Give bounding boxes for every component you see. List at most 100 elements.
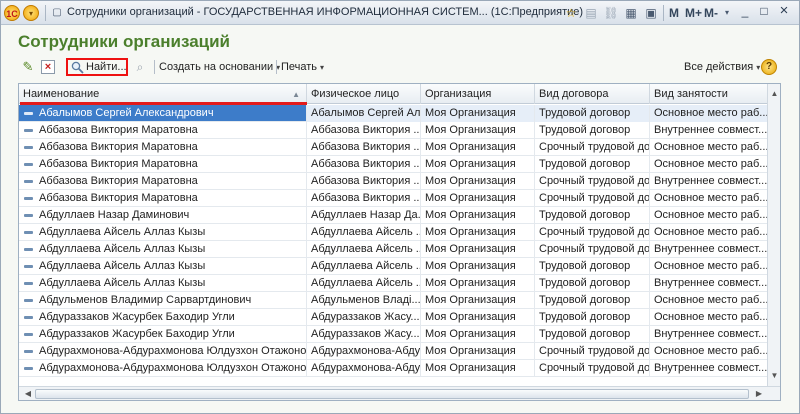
table-row[interactable]: Абдульменов Владимир Сарвартдинович Абдул…	[19, 292, 767, 309]
table-row[interactable]: Абдуллаева Айсель Аллаз Кызы Абдуллаева А…	[19, 258, 767, 275]
cell-organization: Моя Организация	[421, 292, 535, 309]
table-row[interactable]: Аббазова Виктория Маратовна Аббазова Викт…	[19, 156, 767, 173]
cell-organization: Моя Организация	[421, 156, 535, 173]
sort-ascending-icon: ▲	[292, 90, 300, 99]
mark-delete-icon[interactable]: ×	[41, 60, 55, 74]
calendar-icon[interactable]: ▦	[623, 5, 639, 21]
cell-organization: Моя Организация	[421, 224, 535, 241]
cell-contract-type: Срочный трудовой до...	[535, 360, 650, 377]
horizontal-scrollbar[interactable]: ◀ ▶	[19, 386, 780, 400]
memory-dropdown-icon[interactable]: ▾	[719, 5, 735, 21]
cell-name: Абдураззаков Жасурбек Баходир Угли	[19, 309, 307, 326]
close-button[interactable]: ×	[776, 3, 792, 20]
cell-employment-type: Основное место раб...	[654, 192, 767, 204]
scroll-left-icon[interactable]: ◀	[21, 387, 35, 400]
scroll-down-icon[interactable]: ▼	[768, 369, 780, 383]
cell-name: Абдурахмонова-Абдурахмонова Юлдузхон Ота…	[19, 343, 307, 360]
table-row[interactable]: Аббазова Виктория Маратовна Аббазова Викт…	[19, 139, 767, 156]
titlebar-separator	[45, 5, 46, 21]
minimize-button[interactable]: _	[737, 4, 753, 20]
column-header-employment-type[interactable]: Вид занятости	[650, 84, 767, 104]
scroll-thumb[interactable]	[35, 389, 749, 399]
column-header-person[interactable]: Физическое лицо	[307, 84, 421, 104]
vertical-scrollbar[interactable]: ▲ ▼	[767, 84, 780, 386]
table-row[interactable]: Абдурахмонова-Абдурахмонова Юлдузхон Ота…	[19, 343, 767, 360]
table-row[interactable]: Абдурахмонова-Абдурахмонова Юлдузхон Ота…	[19, 360, 767, 377]
cell-person: Абдурахмонова-Абду...	[307, 343, 421, 360]
table-row[interactable]: Абдуллаев Назар Даминович Абдуллаев Назар…	[19, 207, 767, 224]
maximize-button[interactable]: □	[756, 4, 772, 20]
cell-person: Абдураззаков Жасу...	[307, 309, 421, 326]
cell-organization: Моя Организация	[421, 360, 535, 377]
table-row[interactable]: Абдуллаева Айсель Аллаз Кызы Абдуллаева А…	[19, 275, 767, 292]
scroll-up-icon[interactable]: ▲	[768, 87, 780, 101]
cell-person: Абдуллаева Айсель ...	[307, 241, 421, 258]
cell-employment-type: Основное место раб...	[654, 141, 767, 153]
memory-minus-button[interactable]: M-	[704, 6, 718, 20]
find-button[interactable]: Найти...	[66, 58, 128, 76]
table-row[interactable]: Абдураззаков Жасурбек Баходир Угли Абдура…	[19, 326, 767, 343]
all-actions-menu[interactable]: Все действия ▾	[684, 61, 760, 73]
print-menu[interactable]: Печать ▾	[281, 61, 324, 73]
cell-person: Аббазова Виктория ...	[307, 139, 421, 156]
edit-pencil-icon[interactable]: ✎	[20, 59, 36, 75]
cell-organization: Моя Организация	[421, 258, 535, 275]
cell-organization: Моя Организация	[421, 105, 535, 122]
main-menu-icon[interactable]: ▾	[23, 5, 39, 21]
calculator-icon[interactable]: ▣	[643, 5, 659, 21]
app-logo-icon[interactable]: 1С	[4, 5, 20, 21]
link-icon[interactable]: ⛓	[603, 5, 619, 21]
compact-window-icon[interactable]: ▢	[49, 5, 65, 21]
cell-employment-type: Основное место раб...	[654, 260, 767, 272]
cell-name: Аббазова Виктория Маратовна	[19, 173, 307, 190]
cell-name: Абдуллаев Назар Даминович	[19, 207, 307, 224]
memory-button[interactable]: M	[669, 6, 679, 20]
create-based-on-menu[interactable]: Создать на основании ▾	[159, 61, 280, 73]
cell-contract-type: Трудовой договор	[535, 309, 650, 326]
cell-contract-type: Трудовой договор	[535, 258, 650, 275]
table-row[interactable]: Абдуллаева Айсель Аллаз Кызы Абдуллаева А…	[19, 241, 767, 258]
cell-organization: Моя Организация	[421, 241, 535, 258]
search-icon	[71, 61, 84, 74]
cell-contract-type: Трудовой договор	[535, 156, 650, 173]
cell-name: Абдульменов Владимир Сарвартдинович	[19, 292, 307, 309]
cell-employment-type: Внутреннее совмест...	[654, 243, 767, 255]
cell-organization: Моя Организация	[421, 309, 535, 326]
table-row[interactable]: Аббазова Виктория Маратовна Аббазова Викт…	[19, 173, 767, 190]
cell-name: Аббазова Виктория Маратовна	[19, 122, 307, 139]
history-icon[interactable]: ▤	[583, 5, 599, 21]
table-row[interactable]: Абдураззаков Жасурбек Баходир Угли Абдура…	[19, 309, 767, 326]
cancel-search-icon[interactable]: ⌕	[132, 59, 148, 75]
cell-employment-type: Основное место раб...	[654, 311, 767, 323]
scroll-right-icon[interactable]: ▶	[752, 387, 766, 400]
table-row[interactable]: Аббазова Виктория Маратовна Аббазова Викт…	[19, 122, 767, 139]
table-header: Наименование ▲ Физическое лицо Организац…	[19, 84, 767, 105]
table-row[interactable]: Абдуллаева Айсель Аллаз Кызы Абдуллаева А…	[19, 224, 767, 241]
cell-name: Аббазова Виктория Маратовна	[19, 139, 307, 156]
cell-contract-type: Трудовой договор	[535, 105, 650, 122]
cell-person: Абалымов Сергей Ал...	[307, 105, 421, 122]
cell-name: Абдурахмонова-Абдурахмонова Юлдузхон Ота…	[19, 360, 307, 377]
cell-organization: Моя Организация	[421, 139, 535, 156]
cell-person: Аббазова Виктория ...	[307, 173, 421, 190]
window-title: Сотрудники организаций - ГОСУДАРСТВЕННАЯ…	[67, 6, 584, 18]
cell-employment-type: Основное место раб...	[654, 209, 767, 221]
help-icon[interactable]: ?	[761, 59, 777, 75]
cell-name: Аббазова Виктория Маратовна	[19, 190, 307, 207]
cell-contract-type: Трудовой договор	[535, 292, 650, 309]
table-row[interactable]: Аббазова Виктория Маратовна Аббазова Викт…	[19, 190, 767, 207]
column-header-label: Наименование	[23, 88, 100, 100]
cell-person: Абдульменов Владі...	[307, 292, 421, 309]
table-row[interactable]: Абалымов Сергей Александрович Абалымов Се…	[19, 105, 767, 122]
cell-employment-type: Внутреннее совмест...	[654, 362, 767, 374]
memory-plus-button[interactable]: M+	[685, 6, 702, 20]
command-bar: ✎ × Найти... ⌕ Создать на основании ▾ Печ…	[18, 56, 784, 78]
favorite-star-icon[interactable]: ☆	[563, 5, 579, 21]
cell-employment-type: Основное место раб...	[650, 105, 767, 122]
cell-organization: Моя Организация	[421, 326, 535, 343]
column-header-contract-type[interactable]: Вид договора	[535, 84, 650, 104]
toolbar-separator	[276, 60, 277, 74]
cell-name: Абдураззаков Жасурбек Баходир Угли	[19, 326, 307, 343]
column-header-organization[interactable]: Организация	[421, 84, 535, 104]
column-header-name[interactable]: Наименование ▲	[19, 84, 307, 104]
